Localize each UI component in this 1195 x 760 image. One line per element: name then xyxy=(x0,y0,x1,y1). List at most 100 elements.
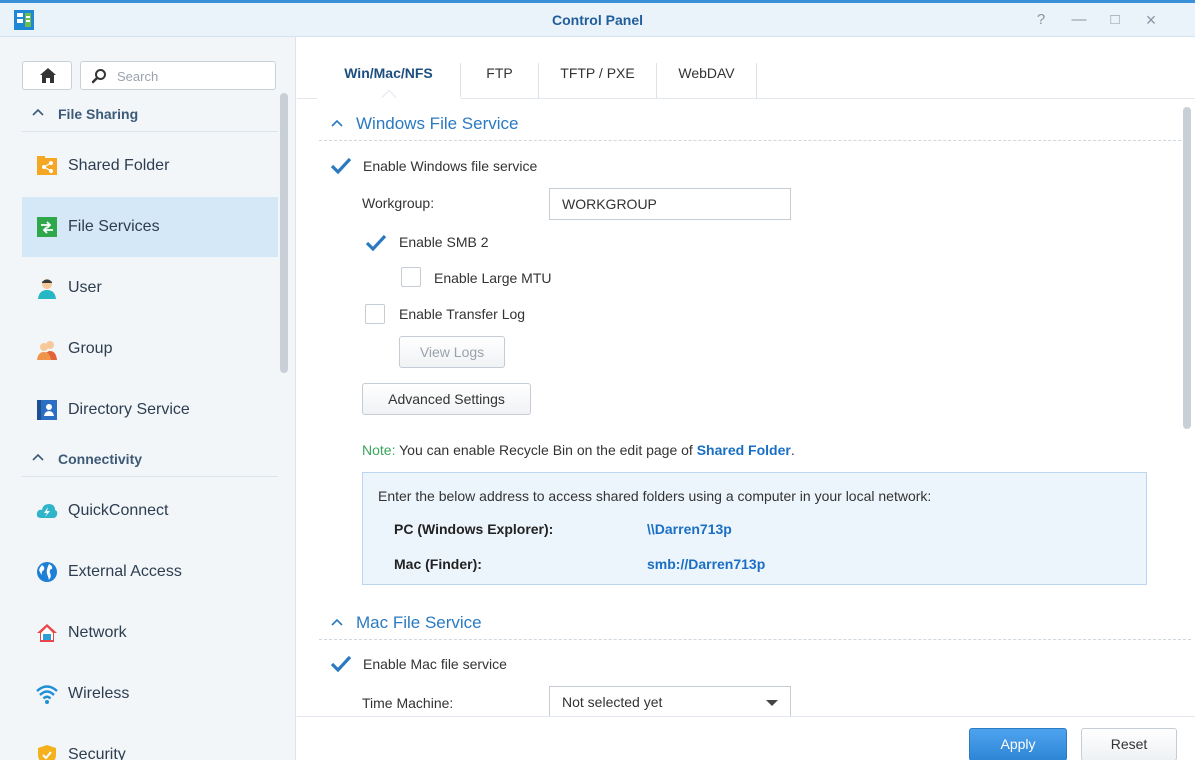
apply-button[interactable]: Apply xyxy=(969,728,1067,760)
sidebar-item-external-access[interactable]: External Access xyxy=(22,542,278,602)
sidebar-item-label: Group xyxy=(68,340,113,357)
globe-icon xyxy=(37,562,57,582)
tab-ftp[interactable]: FTP xyxy=(461,63,539,99)
search-icon xyxy=(91,69,106,84)
shared-folder-icon xyxy=(37,156,57,175)
sidebar-item-label: QuickConnect xyxy=(68,502,169,519)
home-icon xyxy=(40,68,56,83)
home-button[interactable] xyxy=(22,61,72,90)
sidebar: File Sharing Shared Folder File Services xyxy=(0,37,296,760)
sidebar-item-label: Shared Folder xyxy=(68,157,170,174)
search-input[interactable] xyxy=(117,67,267,85)
reset-button[interactable]: Reset xyxy=(1081,728,1177,760)
sidebar-item-label: User xyxy=(68,279,102,296)
checkmark-icon xyxy=(330,655,352,673)
chevron-up-icon xyxy=(331,618,343,626)
search-box[interactable] xyxy=(80,61,276,90)
sidebar-item-label: Security xyxy=(68,746,126,760)
sidebar-item-security[interactable]: Security xyxy=(22,725,278,760)
minimize-icon[interactable]: — xyxy=(1068,10,1090,30)
enable-large-mtu-checkbox[interactable] xyxy=(401,267,421,287)
tab-tftp-pxe[interactable]: TFTP / PXE xyxy=(539,63,657,99)
sidebar-group-label: Connectivity xyxy=(58,451,143,467)
sidebar-item-shared-folder[interactable]: Shared Folder xyxy=(22,136,278,196)
sidebar-item-label: Wireless xyxy=(68,685,130,702)
pc-address-value: \\Darren713p xyxy=(647,521,732,537)
mac-address-label: Mac (Finder): xyxy=(394,556,482,572)
settings-content: Windows File Service Enable Windows file… xyxy=(297,99,1195,716)
sidebar-item-label: Directory Service xyxy=(68,401,190,418)
close-icon[interactable]: × xyxy=(1140,10,1162,30)
content-scrollbar[interactable] xyxy=(1183,107,1191,429)
info-intro: Enter the below address to access shared… xyxy=(378,488,932,504)
tab-win-mac-nfs[interactable]: Win/Mac/NFS xyxy=(317,63,461,99)
sidebar-item-wireless[interactable]: Wireless xyxy=(22,664,278,724)
sidebar-item-group[interactable]: Group xyxy=(22,319,278,379)
enable-mac-label: Enable Mac file service xyxy=(363,656,507,672)
sidebar-group-connectivity[interactable]: Connectivity xyxy=(22,443,278,477)
checkmark-icon xyxy=(330,157,352,175)
section-header-windows[interactable]: Windows File Service xyxy=(319,105,1191,141)
section-title: Windows File Service xyxy=(356,114,519,133)
footer-bar: Apply Reset xyxy=(297,716,1195,760)
note-suffix: . xyxy=(790,442,795,458)
workgroup-label: Workgroup: xyxy=(362,195,435,211)
shared-folder-link[interactable]: Shared Folder xyxy=(697,442,791,458)
chevron-up-icon xyxy=(331,119,343,127)
house-network-icon xyxy=(37,624,57,642)
enable-transfer-log-label: Enable Transfer Log xyxy=(399,306,526,322)
tab-bar: Win/Mac/NFS FTP TFTP / PXE WebDAV xyxy=(297,37,1195,99)
mac-address-value: smb://Darren713p xyxy=(647,556,766,572)
enable-windows-label: Enable Windows file service xyxy=(363,158,538,174)
sidebar-group-label: File Sharing xyxy=(58,106,139,122)
pc-address-label: PC (Windows Explorer): xyxy=(394,521,554,537)
enable-mac-checkbox[interactable] xyxy=(330,653,352,673)
checkmark-icon xyxy=(365,234,387,252)
directory-service-icon xyxy=(37,400,57,420)
section-title: Mac File Service xyxy=(356,613,482,632)
enable-transfer-log-checkbox[interactable] xyxy=(365,304,385,324)
sidebar-item-directory-service[interactable]: Directory Service xyxy=(22,380,278,440)
chevron-up-icon xyxy=(32,453,44,461)
note-text: You can enable Recycle Bin on the edit p… xyxy=(395,442,697,458)
advanced-settings-button[interactable]: Advanced Settings xyxy=(362,383,531,415)
time-machine-value: Not selected yet xyxy=(562,694,663,710)
sidebar-item-label: External Access xyxy=(68,563,182,580)
sidebar-item-label: File Services xyxy=(68,218,160,235)
view-logs-button[interactable]: View Logs xyxy=(399,336,505,368)
sidebar-item-file-services[interactable]: File Services xyxy=(22,197,278,257)
tab-label: WebDAV xyxy=(678,65,735,81)
workgroup-field[interactable]: WORKGROUP xyxy=(549,188,791,220)
enable-smb2-checkbox[interactable] xyxy=(365,232,387,252)
note-prefix: Note: xyxy=(362,442,396,458)
group-icon xyxy=(37,341,57,360)
control-panel-window: Control Panel ? — □ × File Sharing xyxy=(0,0,1195,760)
chevron-up-icon xyxy=(32,108,44,116)
wifi-icon xyxy=(36,685,58,704)
sidebar-item-user[interactable]: User xyxy=(22,258,278,318)
network-address-info: Enter the below address to access shared… xyxy=(362,472,1147,585)
recycle-bin-note: Note: You can enable Recycle Bin on the … xyxy=(362,442,795,458)
tab-webdav[interactable]: WebDAV xyxy=(657,63,757,99)
shield-icon xyxy=(38,745,56,760)
enable-smb2-label: Enable SMB 2 xyxy=(399,234,489,250)
help-icon[interactable]: ? xyxy=(1030,10,1052,30)
section-header-mac[interactable]: Mac File Service xyxy=(319,604,1191,640)
sidebar-scrollbar[interactable] xyxy=(280,93,288,373)
enable-windows-checkbox[interactable] xyxy=(330,155,352,175)
tab-label: Win/Mac/NFS xyxy=(344,65,433,81)
quickconnect-icon xyxy=(36,504,58,518)
time-machine-select[interactable]: Not selected yet xyxy=(549,686,791,716)
window-title: Control Panel xyxy=(551,12,643,28)
user-icon xyxy=(38,279,56,299)
tab-label: FTP xyxy=(486,65,513,81)
sidebar-item-quickconnect[interactable]: QuickConnect xyxy=(22,481,278,541)
enable-large-mtu-label: Enable Large MTU xyxy=(434,270,552,286)
sidebar-group-file-sharing[interactable]: File Sharing xyxy=(22,98,278,132)
tab-label: TFTP / PXE xyxy=(560,65,635,81)
caret-down-icon xyxy=(766,700,778,706)
title-bar: Control Panel ? — □ × xyxy=(0,3,1195,37)
maximize-icon[interactable]: □ xyxy=(1104,10,1126,30)
time-machine-label: Time Machine: xyxy=(362,695,454,711)
sidebar-item-network[interactable]: Network xyxy=(22,603,278,663)
